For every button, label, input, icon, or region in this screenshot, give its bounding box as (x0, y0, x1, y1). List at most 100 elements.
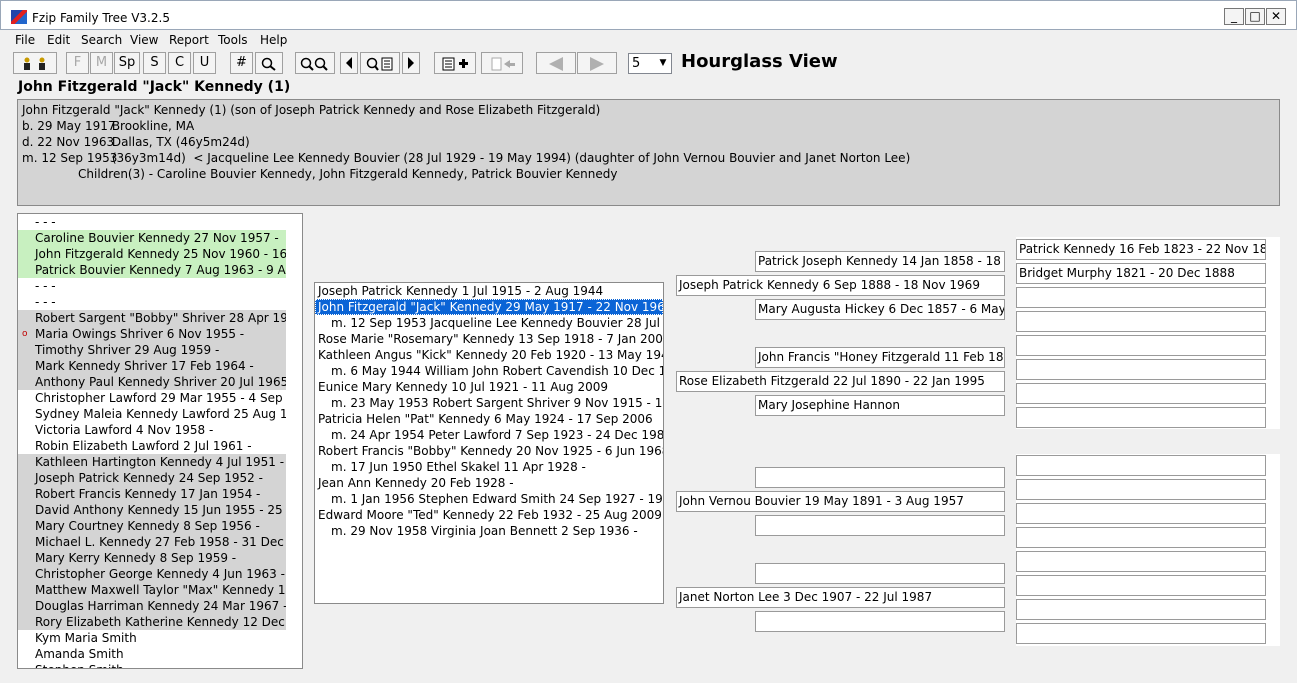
descendant-row[interactable]: Rory Elizabeth Katherine Kennedy 12 Dec … (18, 614, 286, 630)
menu-report[interactable]: Report (169, 33, 209, 47)
menu-search[interactable]: Search (81, 33, 122, 47)
empty-ancestor-box[interactable] (1016, 623, 1266, 644)
search-button[interactable] (255, 52, 283, 74)
maternal-grandmother-box[interactable]: Mary Josephine Hannon (755, 395, 1005, 416)
descendant-row[interactable]: Michael L. Kennedy 27 Feb 1958 - 31 Dec … (18, 534, 286, 550)
great-grandmother-box[interactable]: Bridget Murphy 1821 - 20 Dec 1888 (1016, 263, 1266, 284)
children-button[interactable]: C (168, 52, 191, 74)
sibling-row[interactable]: Patricia Helen "Pat" Kennedy 6 May 1924 … (315, 411, 663, 427)
family-list[interactable]: Joseph Patrick Kennedy 1 Jul 1915 - 2 Au… (314, 282, 664, 604)
number-button[interactable]: # (230, 52, 253, 74)
descendant-row[interactable]: - - - (18, 214, 286, 230)
empty-ancestor-box[interactable] (1016, 479, 1266, 500)
spouse-father-box[interactable]: John Vernou Bouvier 19 May 1891 - 3 Aug … (676, 491, 1005, 512)
empty-ancestor-box[interactable] (1016, 383, 1266, 404)
menu-file[interactable]: File (15, 33, 35, 47)
mother-button[interactable]: M (90, 52, 113, 74)
unrelated-button[interactable]: U (193, 52, 216, 74)
great-grandfather-box[interactable]: Patrick Kennedy 16 Feb 1823 - 22 Nov 185… (1016, 239, 1266, 260)
descendant-row[interactable]: Amanda Smith (18, 646, 286, 662)
marriage-row[interactable]: m. 17 Jun 1950 Ethel Skakel 11 Apr 1928 … (315, 459, 663, 475)
next-result-button[interactable] (402, 52, 420, 74)
sibling-row[interactable]: John Fitzgerald "Jack" Kennedy 29 May 19… (315, 299, 663, 315)
person-details[interactable]: John Fitzgerald "Jack" Kennedy (1) (son … (17, 99, 1280, 206)
empty-ancestor-box[interactable] (1016, 575, 1266, 596)
descendant-row[interactable]: Victoria Lawford 4 Nov 1958 - (18, 422, 286, 438)
empty-ancestor-box[interactable] (1016, 359, 1266, 380)
empty-ancestor-box[interactable] (1016, 287, 1266, 308)
previous-result-button[interactable] (340, 52, 358, 74)
descendant-row[interactable]: Caroline Bouvier Kennedy 27 Nov 1957 - (18, 230, 286, 246)
sibling-row[interactable]: Robert Francis "Bobby" Kennedy 20 Nov 19… (315, 443, 663, 459)
descendants-list[interactable]: - - - Caroline Bouvier Kennedy 27 Nov 195… (17, 213, 303, 669)
empty-ancestor-box[interactable] (1016, 335, 1266, 356)
search-list-button[interactable] (360, 52, 400, 74)
empty-ancestor-box[interactable] (1016, 455, 1266, 476)
menu-edit[interactable]: Edit (47, 33, 70, 47)
empty-ancestor-box[interactable] (755, 611, 1005, 632)
descendant-row[interactable]: Douglas Harriman Kennedy 24 Mar 1967 - (18, 598, 286, 614)
couple-button[interactable] (13, 52, 57, 74)
descendant-row[interactable]: o Maria Owings Shriver 6 Nov 1955 - (18, 326, 286, 342)
descendant-row[interactable]: Mary Kerry Kennedy 8 Sep 1959 - (18, 550, 286, 566)
empty-ancestor-box[interactable] (1016, 503, 1266, 524)
empty-ancestor-box[interactable] (1016, 407, 1266, 428)
descendant-row[interactable]: - - - (18, 294, 286, 310)
menu-view[interactable]: View (130, 33, 158, 47)
descendant-row[interactable]: Mary Courtney Kennedy 8 Sep 1956 - (18, 518, 286, 534)
father-box[interactable]: Joseph Patrick Kennedy 6 Sep 1888 - 18 N… (676, 275, 1005, 296)
descendant-row[interactable]: Christopher George Kennedy 4 Jun 1963 - (18, 566, 286, 582)
descendant-row[interactable]: Robin Elizabeth Lawford 2 Jul 1961 - (18, 438, 286, 454)
father-button[interactable]: F (66, 52, 89, 74)
forward-button[interactable] (577, 52, 617, 74)
descendant-row[interactable]: Kym Maria Smith (18, 630, 286, 646)
sibling-row[interactable]: Kathleen Angus "Kick" Kennedy 20 Feb 192… (315, 347, 663, 363)
search-all-button[interactable] (295, 52, 335, 74)
maternal-grandfather-box[interactable]: John Francis "Honey Fitzgerald 11 Feb 18… (755, 347, 1005, 368)
marriage-row[interactable]: m. 29 Nov 1958 Virginia Joan Bennett 2 S… (315, 523, 663, 539)
paternal-grandmother-box[interactable]: Mary Augusta Hickey 6 Dec 1857 - 6 May 1… (755, 299, 1005, 320)
close-button[interactable]: ✕ (1266, 8, 1286, 25)
marriage-row[interactable]: m. 1 Jan 1956 Stephen Edward Smith 24 Se… (315, 491, 663, 507)
maximize-button[interactable]: □ (1245, 8, 1265, 25)
descendant-row[interactable]: Kathleen Hartington Kennedy 4 Jul 1951 - (18, 454, 286, 470)
spouse-button[interactable]: Sp (114, 52, 140, 74)
descendant-row[interactable]: Stephen Smith (18, 662, 286, 668)
descendant-row[interactable]: Joseph Patrick Kennedy 24 Sep 1952 - (18, 470, 286, 486)
remove-person-button[interactable] (481, 52, 523, 74)
siblings-button[interactable]: S (143, 52, 166, 74)
sibling-row[interactable]: Eunice Mary Kennedy 10 Jul 1921 - 11 Aug… (315, 379, 663, 395)
descendant-row[interactable]: Sydney Maleia Kennedy Lawford 25 Aug 195… (18, 406, 286, 422)
marriage-row[interactable]: m. 24 Apr 1954 Peter Lawford 7 Sep 1923 … (315, 427, 663, 443)
empty-ancestor-box[interactable] (1016, 599, 1266, 620)
back-button[interactable] (536, 52, 576, 74)
descendant-row[interactable]: Robert Francis Kennedy 17 Jan 1954 - (18, 486, 286, 502)
empty-ancestor-box[interactable] (1016, 527, 1266, 548)
descendant-row[interactable]: John Fitzgerald Kennedy 25 Nov 1960 - 16… (18, 246, 286, 262)
empty-ancestor-box[interactable] (1016, 551, 1266, 572)
marriage-row[interactable]: m. 6 May 1944 William John Robert Cavend… (315, 363, 663, 379)
empty-ancestor-box[interactable] (1016, 311, 1266, 332)
empty-ancestor-box[interactable] (755, 467, 1005, 488)
menu-help[interactable]: Help (260, 33, 287, 47)
sibling-row[interactable]: Edward Moore "Ted" Kennedy 22 Feb 1932 -… (315, 507, 663, 523)
descendant-row[interactable]: Timothy Shriver 29 Aug 1959 - (18, 342, 286, 358)
descendant-row[interactable]: Matthew Maxwell Taylor "Max" Kennedy 11 … (18, 582, 286, 598)
add-person-button[interactable] (434, 52, 476, 74)
sibling-row[interactable]: Jean Ann Kennedy 20 Feb 1928 - (315, 475, 663, 491)
chevron-down-icon[interactable]: ▼ (655, 54, 671, 73)
menu-tools[interactable]: Tools (218, 33, 248, 47)
minimize-button[interactable]: _ (1224, 8, 1244, 25)
paternal-grandfather-box[interactable]: Patrick Joseph Kennedy 14 Jan 1858 - 18 … (755, 251, 1005, 272)
descendant-row[interactable]: Robert Sargent "Bobby" Shriver 28 Apr 19… (18, 310, 286, 326)
marriage-row[interactable]: m. 23 May 1953 Robert Sargent Shriver 9 … (315, 395, 663, 411)
descendant-row[interactable]: - - - (18, 278, 286, 294)
descendant-row[interactable]: Mark Kennedy Shriver 17 Feb 1964 - (18, 358, 286, 374)
descendant-row[interactable]: David Anthony Kennedy 15 Jun 1955 - 25 A… (18, 502, 286, 518)
mother-box[interactable]: Rose Elizabeth Fitzgerald 22 Jul 1890 - … (676, 371, 1005, 392)
descendant-row[interactable]: Anthony Paul Kennedy Shriver 20 Jul 1965… (18, 374, 286, 390)
descendant-row[interactable]: Patrick Bouvier Kennedy 7 Aug 1963 - 9 A… (18, 262, 286, 278)
spouse-mother-box[interactable]: Janet Norton Lee 3 Dec 1907 - 22 Jul 198… (676, 587, 1005, 608)
marriage-row[interactable]: m. 12 Sep 1953 Jacqueline Lee Kennedy Bo… (315, 315, 663, 331)
descendant-row[interactable]: Christopher Lawford 29 Mar 1955 - 4 Sep … (18, 390, 286, 406)
